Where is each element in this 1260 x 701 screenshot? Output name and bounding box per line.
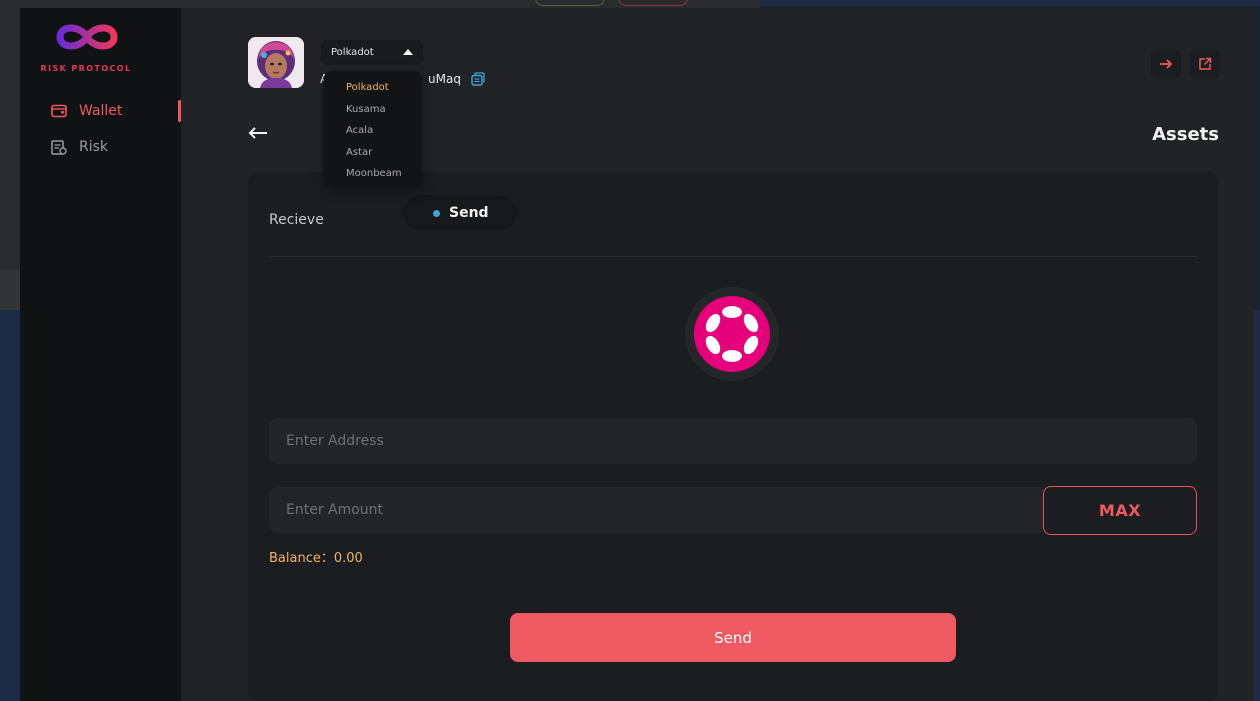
wallet-icon: [51, 104, 67, 118]
export-icon: [1199, 57, 1212, 70]
avatar-image: [248, 37, 304, 88]
export-button[interactable]: [1190, 49, 1220, 79]
caret-up-icon: [403, 49, 413, 55]
network-dropdown: Polkadot Kusama Acala Astar Moonbeam: [324, 71, 422, 187]
arrow-right-icon: [1160, 59, 1173, 69]
tab-recieve[interactable]: Recieve: [269, 212, 324, 228]
back-button[interactable]: [248, 125, 268, 139]
background-button: [535, 0, 605, 6]
amount-field[interactable]: [269, 487, 1043, 533]
sidebar-item-label: Wallet: [79, 103, 123, 119]
network-option-astar[interactable]: Astar: [324, 142, 422, 164]
main-panel: Polkadot A uMaq: [181, 8, 1254, 701]
network-option-moonbeam[interactable]: Moonbeam: [324, 163, 422, 185]
tab-send-label: Send: [449, 205, 489, 221]
logo-icon: [56, 24, 118, 50]
avatar[interactable]: [248, 37, 304, 88]
logout-button[interactable]: [1151, 49, 1181, 79]
background-button: [618, 0, 688, 6]
page-title: Assets: [1152, 124, 1219, 145]
network-select-value: Polkadot: [331, 47, 374, 58]
logo-text: RISK PROTOCOL: [40, 64, 132, 73]
copy-icon[interactable]: [471, 72, 485, 86]
network-option-acala[interactable]: Acala: [324, 120, 422, 142]
max-button[interactable]: MAX: [1043, 486, 1197, 535]
network-option-kusama[interactable]: Kusama: [324, 99, 422, 121]
amount-input[interactable]: [286, 502, 1043, 518]
send-card: Recieve Send MAX Balance：0.00 Send: [248, 172, 1218, 701]
address-input[interactable]: [286, 433, 1197, 449]
risk-icon: [51, 139, 67, 155]
send-button[interactable]: Send: [510, 613, 956, 662]
balance-text: Balance：0.00: [269, 551, 363, 566]
sidebar-item-label: Risk: [79, 139, 109, 155]
divider: [269, 256, 1197, 257]
sidebar: RISK PROTOCOL Wallet Risk: [20, 8, 181, 701]
active-dot: [433, 209, 440, 217]
logo: RISK PROTOCOL: [34, 22, 138, 73]
token-logo: [685, 287, 779, 381]
background-strip: [0, 270, 20, 310]
background-top-right: [760, 0, 1260, 6]
sidebar-item-wallet[interactable]: Wallet: [51, 100, 122, 122]
polkadot-icon: [694, 296, 770, 372]
sidebar-item-risk[interactable]: Risk: [51, 136, 108, 158]
address-end: uMaq: [428, 72, 461, 86]
network-select[interactable]: Polkadot: [321, 40, 423, 65]
address-field[interactable]: [269, 418, 1197, 464]
tab-send[interactable]: Send: [403, 195, 517, 231]
network-option-polkadot[interactable]: Polkadot: [324, 77, 422, 99]
arrow-left-icon: [248, 127, 267, 139]
